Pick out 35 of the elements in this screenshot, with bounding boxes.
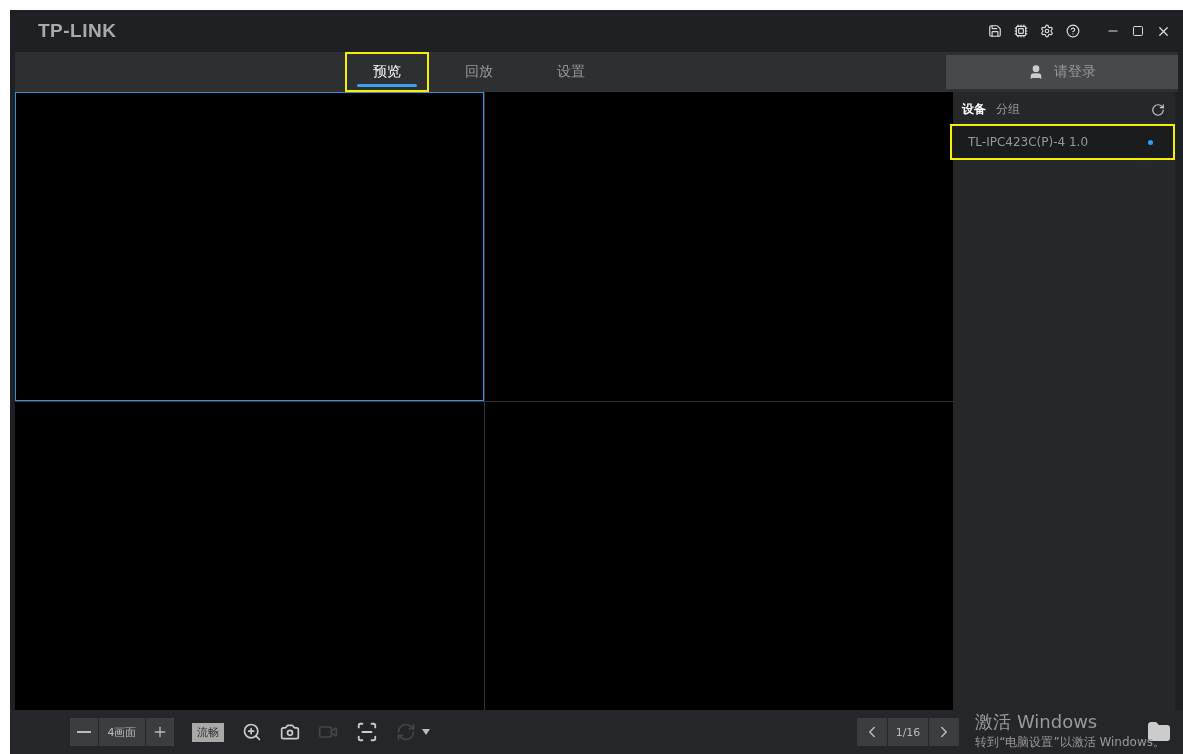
camera-icon[interactable] — [280, 722, 300, 742]
help-icon[interactable] — [1066, 24, 1080, 38]
previous-page-button[interactable] — [857, 718, 887, 746]
caret-icon[interactable] — [422, 729, 430, 735]
nav-tab[interactable]: 设置 — [529, 52, 613, 92]
next-page-button[interactable] — [929, 718, 959, 746]
video-cell[interactable] — [484, 401, 953, 710]
activation-hint: 转到“电脑设置”以激活 Windows。 — [975, 734, 1165, 751]
activation-title: 激活 Windows — [975, 710, 1099, 734]
chip-icon[interactable] — [1014, 24, 1028, 38]
login-button[interactable]: 请登录 — [946, 55, 1178, 89]
zoom-in-icon[interactable] — [242, 722, 262, 742]
minus-button[interactable] — [70, 718, 98, 746]
fullscreen-icon[interactable] — [356, 721, 378, 743]
device-item[interactable]: TL-IPC423C(P)-4 1.0 — [950, 124, 1175, 160]
nav-tab[interactable]: 回放 — [437, 52, 521, 92]
refresh-icon[interactable] — [1151, 102, 1165, 117]
plus-button[interactable] — [146, 718, 174, 746]
sidebar-tab[interactable]: 设备 — [962, 101, 986, 118]
maximize-icon[interactable] — [1132, 25, 1144, 37]
stream-button[interactable]: 流畅 — [192, 722, 224, 742]
app-logo: TP-LINK — [38, 20, 117, 42]
plus-icon — [152, 724, 168, 740]
video-cell[interactable] — [484, 92, 953, 401]
video-cell[interactable] — [15, 401, 484, 710]
save-icon[interactable] — [988, 24, 1002, 38]
user-icon — [1028, 64, 1044, 80]
nav-tab[interactable]: 预览 — [345, 52, 429, 92]
layout-label: 4画面 — [99, 718, 145, 746]
device-name: TL-IPC423C(P)-4 1.0 — [968, 135, 1089, 149]
sidebar-tab[interactable]: 分组 — [996, 101, 1020, 118]
page-indicator: 1/16 — [888, 718, 928, 746]
video-cell[interactable] — [15, 92, 484, 401]
minus-icon — [77, 731, 91, 733]
settings-icon[interactable] — [1040, 24, 1054, 38]
